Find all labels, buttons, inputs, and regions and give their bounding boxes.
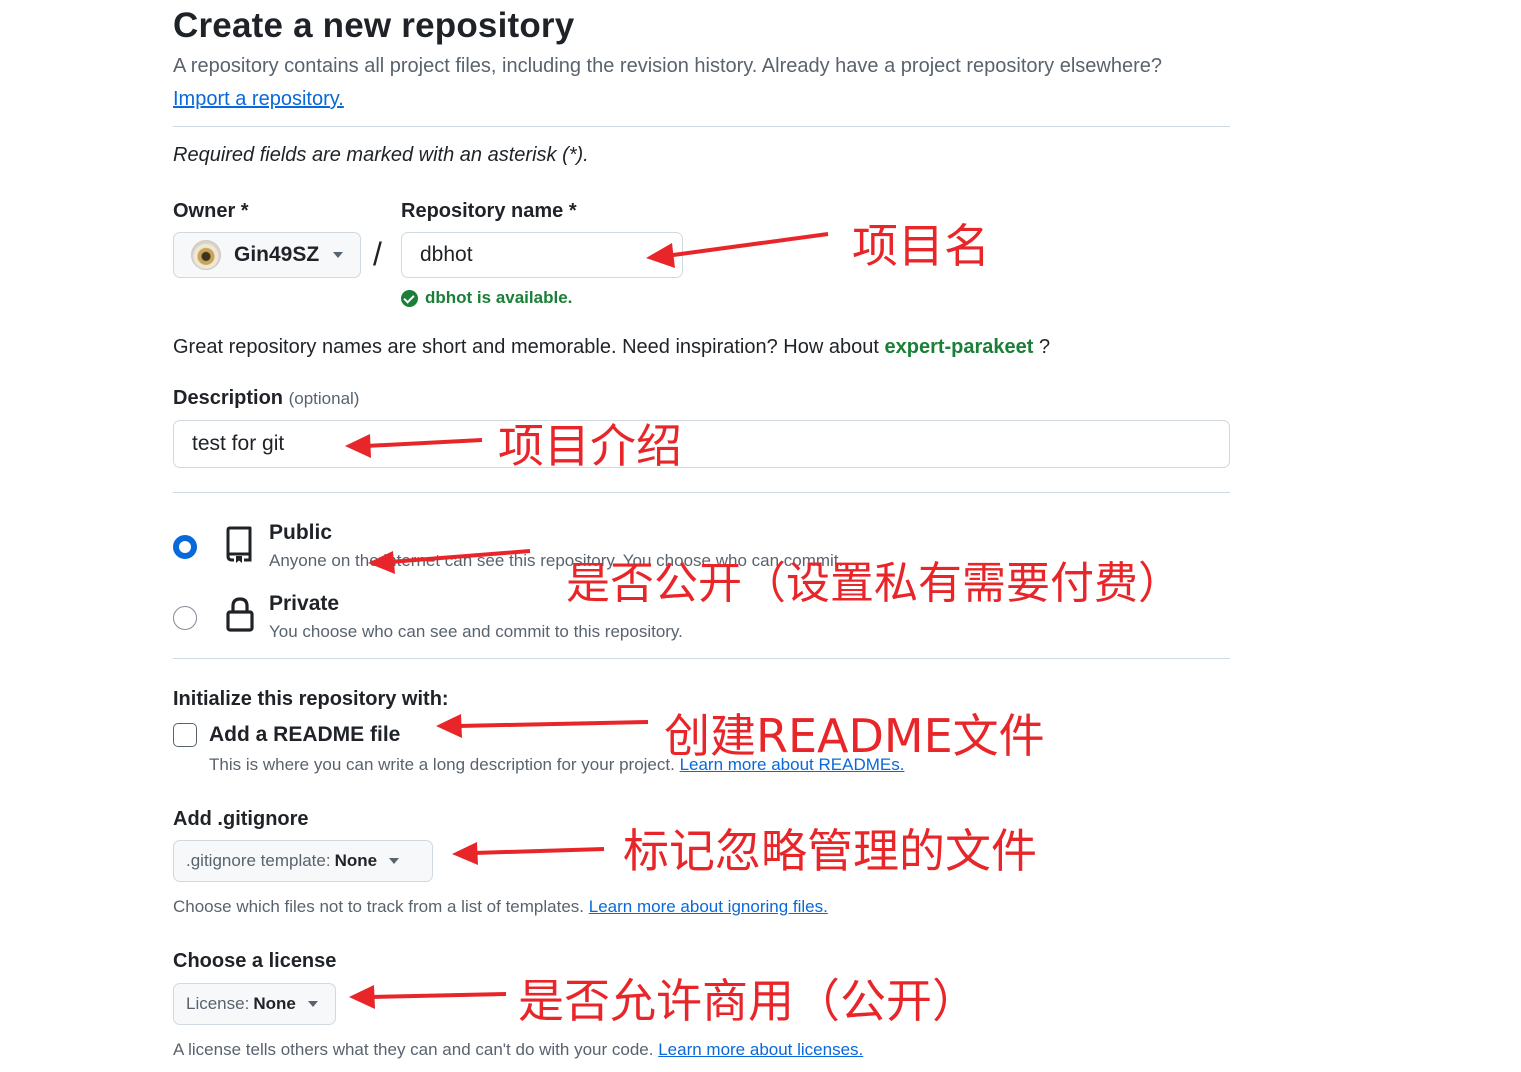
annotation-visibility: 是否公开（设置私有需要付费） xyxy=(566,558,1182,609)
arrow-license xyxy=(370,992,507,999)
annotation-description: 项目介绍 xyxy=(498,419,682,473)
arrow-description xyxy=(365,438,483,448)
annotation-license: 是否允许商用（公开） xyxy=(518,974,978,1028)
arrow-visibility xyxy=(389,549,531,564)
annotation-repo-name: 项目名 xyxy=(852,219,990,273)
annotation-readme: 创建README文件 xyxy=(664,709,1045,763)
annotation-gitignore: 标记忽略管理的文件 xyxy=(623,824,1037,878)
annotation-arrows xyxy=(345,232,829,1009)
arrow-visibility-head xyxy=(368,551,395,574)
arrow-repo-name xyxy=(665,232,829,258)
arrow-readme-head xyxy=(436,714,462,738)
arrow-gitignore-head xyxy=(452,842,478,865)
arrow-readme xyxy=(457,720,649,728)
arrow-repo-name-head xyxy=(646,243,675,268)
arrow-description-head xyxy=(345,434,371,458)
arrow-gitignore xyxy=(473,847,605,855)
arrow-license-head xyxy=(349,985,375,1009)
